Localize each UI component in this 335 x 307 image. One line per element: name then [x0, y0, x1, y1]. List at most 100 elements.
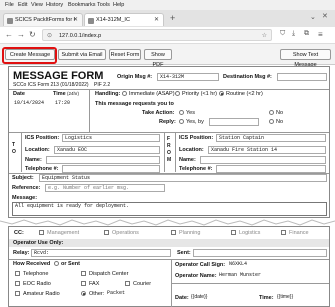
window-close-icon[interactable]: ✕ [322, 12, 328, 20]
menu-view[interactable]: View [31, 2, 43, 8]
cc-label: CC: [14, 230, 24, 236]
close-icon[interactable]: ✕ [154, 14, 159, 27]
telephone-checkbox[interactable] [15, 271, 20, 276]
from-position-label: ICS Position: [179, 135, 214, 141]
reply-yes-radio[interactable] [179, 119, 184, 124]
call-sign-label: Operator Call Sign: [175, 262, 226, 268]
from-name-field[interactable] [200, 156, 326, 164]
amateur-radio-checkbox[interactable] [15, 291, 20, 296]
from-position-field[interactable]: Station Captain [216, 134, 326, 142]
other-radio[interactable] [81, 291, 86, 296]
sent-field[interactable] [193, 249, 327, 257]
menu-icon[interactable]: ≡ [318, 30, 323, 39]
download-icon[interactable]: ⤓ [292, 30, 295, 38]
take-action-no-radio[interactable] [269, 110, 274, 115]
form-title: MESSAGE FORM [13, 70, 104, 82]
cc-operations-checkbox[interactable] [104, 230, 109, 235]
amateur-radio-label: Amateur Radio [23, 291, 60, 297]
reload-icon[interactable]: ↻ [29, 30, 36, 39]
reset-form-button[interactable]: Reset Form [109, 49, 141, 60]
shield-icon[interactable]: ⛉ [280, 30, 285, 38]
back-icon[interactable]: ← [5, 30, 13, 39]
page-icon [7, 18, 13, 24]
url-bar[interactable]: ⊙ 127.0.0.1/index.p ☆ [42, 29, 272, 41]
message-field[interactable]: All equipment is ready for deployment. [12, 202, 327, 216]
bookmark-star-icon[interactable]: ☆ [262, 30, 267, 42]
reference-field[interactable] [45, 184, 165, 192]
time-field[interactable]: 17:20 [53, 100, 83, 108]
eoc-radio-checkbox[interactable] [15, 281, 20, 286]
menu-tools[interactable]: Tools [97, 2, 110, 8]
how-received-label: How Received [13, 261, 51, 267]
form-subtitle: SCCo ICS Form 213 (01/18/2022) [13, 82, 89, 88]
date-field[interactable]: 10/14/2024 [12, 100, 50, 108]
close-icon[interactable]: ✕ [73, 14, 78, 27]
reply-no-label: No [276, 119, 284, 125]
menu-bookmarks[interactable]: Bookmarks [68, 2, 96, 8]
courier-checkbox[interactable] [125, 281, 130, 286]
op-time-field[interactable]: {{time}} [275, 294, 325, 302]
submit-email-button[interactable]: Submit via Email [58, 49, 106, 60]
subject-label: Subject: [12, 175, 34, 181]
to-position-field[interactable]: Logistics [62, 134, 160, 142]
take-action-yes-label: Yes [186, 110, 195, 116]
to-name-field[interactable] [46, 156, 160, 164]
take-action-yes-radio[interactable] [179, 110, 184, 115]
destination-label: Destination Msg #: [223, 74, 272, 80]
message-label: Message: [12, 195, 38, 201]
forward-icon[interactable]: → [17, 30, 25, 39]
fax-checkbox[interactable] [81, 281, 86, 286]
cc-planning-checkbox[interactable] [171, 230, 176, 235]
origin-msg-field[interactable]: X14-312M [157, 73, 219, 81]
show-pdf-button[interactable]: Show PDF [144, 49, 172, 68]
destination-msg-field[interactable] [277, 73, 327, 81]
menu-edit[interactable]: Edit [18, 2, 27, 8]
new-tab-icon[interactable]: + [170, 13, 175, 23]
other-label: Other: [89, 291, 105, 297]
operator-name-field[interactable]: Herman Munster [217, 272, 327, 280]
from-telephone-label: Telephone #: [179, 166, 213, 172]
operator-use-label: Operator Use Only: [13, 240, 64, 246]
cc-finance-label: Finance [289, 230, 309, 236]
handling-routine-label: Routine (<2 hr) [226, 91, 263, 97]
cc-management-checkbox[interactable] [39, 230, 44, 235]
relay-field[interactable]: Rcvd: [31, 249, 171, 257]
cc-logistics-checkbox[interactable] [231, 230, 236, 235]
received-radio[interactable] [54, 261, 59, 266]
handling-immediate-radio[interactable] [122, 91, 127, 96]
to-telephone-field[interactable] [62, 165, 160, 173]
from-location-field[interactable]: Xanadu Fire Station 14 [208, 146, 326, 154]
to-location-field[interactable]: Xanadu EOC [54, 146, 160, 154]
request-label: This message requests you to [95, 101, 174, 107]
take-action-label: Take Action: [142, 110, 175, 116]
time-unit: (24hr) [67, 91, 80, 96]
menu-file[interactable]: File [5, 2, 14, 8]
menu-help[interactable]: Help [113, 2, 124, 8]
show-text-button[interactable]: Show Text Message [280, 49, 331, 68]
reply-no-radio[interactable] [269, 119, 274, 124]
tab-message[interactable]: X14-312M_IC ✕ [84, 13, 164, 26]
op-date-field[interactable]: {{date}} [189, 294, 239, 302]
tab-title: X14-312M_IC [96, 17, 130, 23]
op-date-label: Date: [175, 295, 189, 301]
call-sign-field[interactable]: N6XKL4 [227, 261, 327, 269]
menu-history[interactable]: History [46, 2, 63, 8]
tab-packitforms[interactable]: SCICS PackItForms for Outpost (Rel ✕ [3, 13, 83, 26]
extensions-icon[interactable]: ⧉ [304, 30, 309, 38]
cc-finance-checkbox[interactable] [281, 230, 286, 235]
tab-title: SCICS PackItForms for Outpost (Rel [15, 17, 75, 23]
from-location-label: Location: [179, 147, 204, 153]
eoc-radio-label: EOC Radio [23, 281, 51, 287]
divider [9, 89, 329, 90]
handling-priority-radio[interactable] [175, 91, 180, 96]
list-tabs-icon[interactable]: ⌄ [310, 13, 316, 21]
cc-logistics-label: Logistics [239, 230, 261, 236]
or-sent-label: or Sent [61, 261, 80, 267]
divider [21, 132, 22, 172]
handling-routine-radio[interactable] [219, 91, 224, 96]
dispatch-center-checkbox[interactable] [81, 271, 86, 276]
subject-field[interactable]: Equipment Status [39, 174, 327, 182]
other-field[interactable]: Packet [105, 290, 165, 298]
reply-by-field[interactable] [209, 118, 259, 126]
from-telephone-field[interactable] [216, 165, 326, 173]
